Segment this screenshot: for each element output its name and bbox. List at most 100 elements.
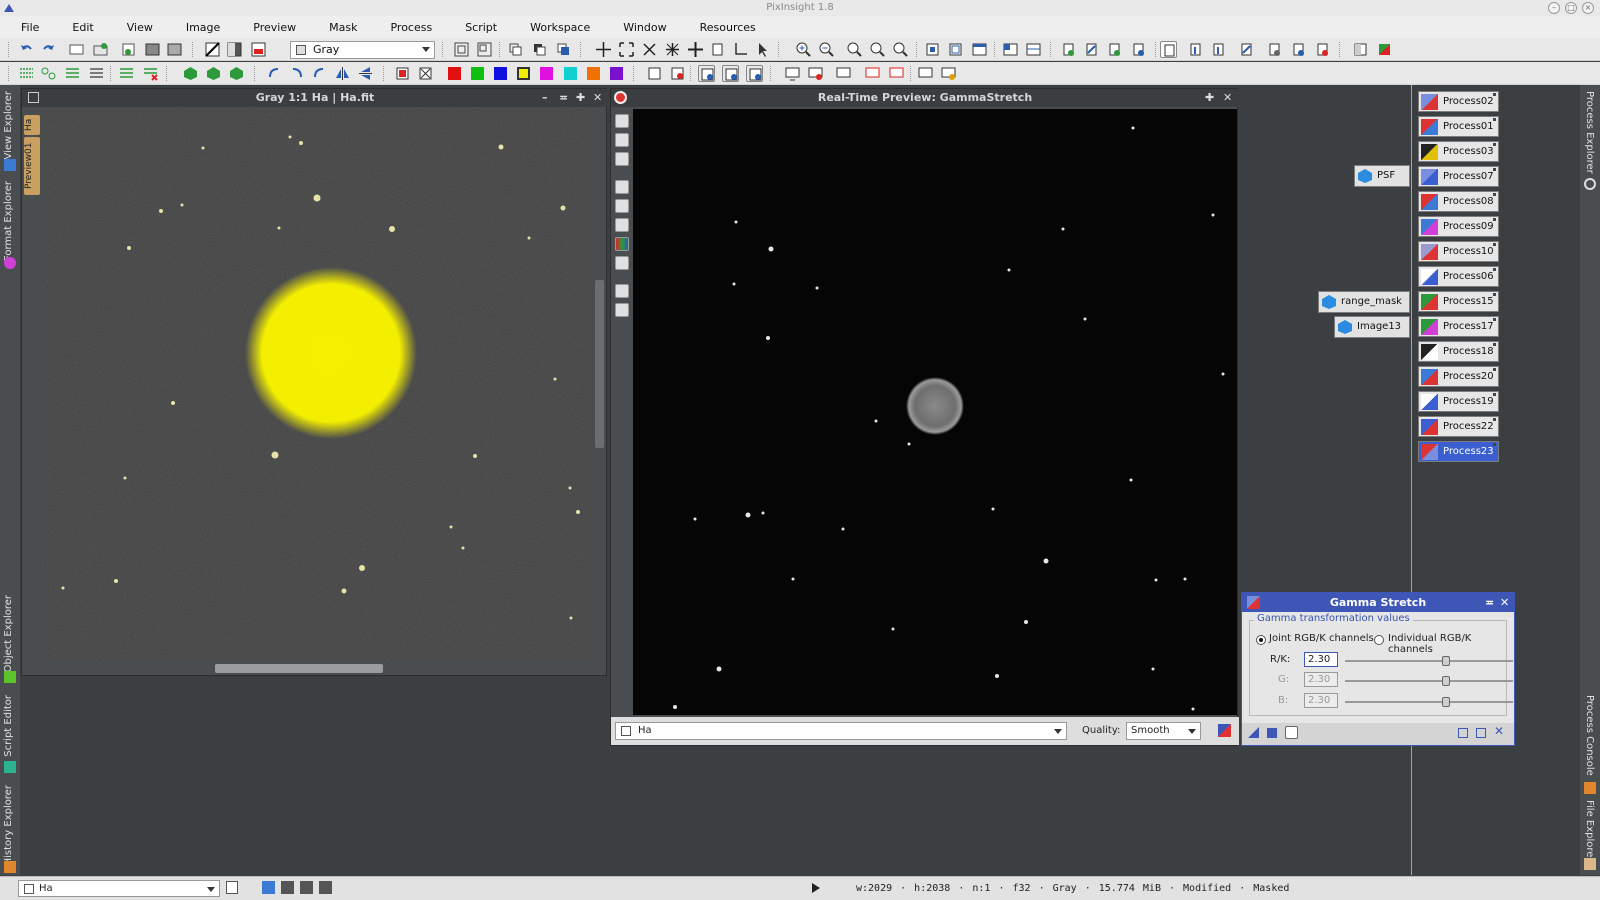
mask-show-icon[interactable] xyxy=(250,41,267,58)
horizontal-scroll-thumb[interactable] xyxy=(215,664,383,673)
mirror-horizontal-icon[interactable] xyxy=(334,65,351,82)
menu-workspace[interactable]: Workspace xyxy=(509,21,602,34)
vertical-scroll-thumb[interactable] xyxy=(595,280,604,448)
monitor-red-a-icon[interactable] xyxy=(864,65,881,82)
image-gray-icon[interactable] xyxy=(166,41,183,58)
cube-green-b-icon[interactable] xyxy=(205,65,222,82)
process-icon-process20[interactable]: Process20 xyxy=(1418,366,1499,387)
mirror-vertical-icon[interactable] xyxy=(357,65,374,82)
zoom-in-icon[interactable] xyxy=(795,41,812,58)
mask-tool-e-icon[interactable] xyxy=(118,65,135,82)
process-icon-process17[interactable]: Process17 xyxy=(1418,316,1499,337)
channel-l-icon[interactable] xyxy=(615,256,629,270)
new-image-icon[interactable] xyxy=(68,41,85,58)
dynamic-crop-icon[interactable] xyxy=(732,41,749,58)
new-instance-icon[interactable] xyxy=(1248,727,1259,738)
individual-rgbk-radio[interactable] xyxy=(1374,635,1384,645)
process-icon-process23[interactable]: Process23 xyxy=(1418,441,1499,462)
display-mode-b-icon[interactable] xyxy=(300,881,313,894)
process-icon-process02[interactable]: Process02 xyxy=(1418,91,1499,112)
colorspace-select[interactable]: Gray xyxy=(290,41,435,59)
process-icon-f[interactable] xyxy=(1187,41,1204,58)
monitor-b-icon[interactable] xyxy=(835,65,852,82)
close-dialog-icon[interactable]: ✕ xyxy=(1500,593,1509,612)
gray-square-icon[interactable] xyxy=(1352,41,1369,58)
preview-title-bar[interactable]: Real-Time Preview: GammaStretch ✚ ✕ xyxy=(611,89,1239,107)
display-mode-blue-icon[interactable] xyxy=(262,881,275,894)
snapshot-icon[interactable] xyxy=(615,303,629,317)
pan-icon[interactable] xyxy=(687,41,704,58)
channel-red-icon[interactable] xyxy=(448,67,461,80)
rk-slider-knob[interactable] xyxy=(1442,656,1450,666)
process-icon-process06[interactable]: Process06 xyxy=(1418,266,1499,287)
process-icon-j[interactable] xyxy=(1290,41,1307,58)
rotate-a-icon[interactable] xyxy=(266,65,283,82)
rotate-b-icon[interactable] xyxy=(288,65,305,82)
fit-frame-icon[interactable] xyxy=(924,41,941,58)
mask-tool-d-icon[interactable] xyxy=(88,65,105,82)
image-vertical-scrollbar[interactable] xyxy=(593,108,606,661)
close-icon[interactable]: × xyxy=(1582,2,1594,14)
layers-icon[interactable] xyxy=(507,41,524,58)
b-slider-knob[interactable] xyxy=(1442,697,1450,707)
cube-green-a-icon[interactable] xyxy=(182,65,199,82)
realtime-preview-icon[interactable] xyxy=(1285,726,1298,739)
menu-file[interactable]: File xyxy=(0,21,51,34)
zoom-1-1-icon[interactable] xyxy=(846,41,863,58)
process-icon-d[interactable] xyxy=(1130,41,1147,58)
mask-tool-c-icon[interactable] xyxy=(64,65,81,82)
b-slider[interactable] xyxy=(1345,697,1513,707)
layers-front-icon[interactable] xyxy=(531,41,548,58)
menu-edit[interactable]: Edit xyxy=(51,21,105,34)
b-value-field[interactable]: 2.30 xyxy=(1304,693,1338,708)
image-window-title-bar[interactable]: Gray 1:1 Ha | Ha.fit – ≖ ✚ ✕ xyxy=(22,89,608,107)
reset-icon[interactable]: ✕ xyxy=(1494,724,1504,738)
status-view-select[interactable]: Ha xyxy=(18,880,220,897)
monitor-c-icon[interactable] xyxy=(917,65,934,82)
minimize-window-icon[interactable]: – xyxy=(542,89,548,107)
menu-resources[interactable]: Resources xyxy=(679,21,768,34)
tab-format-explorer[interactable]: Format Explorer xyxy=(0,181,20,271)
auto-stf-icon[interactable] xyxy=(226,41,243,58)
menu-process[interactable]: Process xyxy=(369,21,444,34)
tab-preview01[interactable]: Preview01 xyxy=(24,137,40,195)
cube-green-c-icon[interactable] xyxy=(228,65,245,82)
camera-icon[interactable] xyxy=(615,284,629,298)
process-icon-process22[interactable]: Process22 xyxy=(1418,416,1499,437)
browse-doc-icon[interactable] xyxy=(1458,728,1468,738)
shade-dialog-icon[interactable]: ≖ xyxy=(1485,593,1494,612)
process-icon-process08[interactable]: Process08 xyxy=(1418,191,1499,212)
open-image-icon[interactable] xyxy=(92,41,109,58)
monitor-gear-icon[interactable] xyxy=(940,65,957,82)
channel-blue-icon[interactable] xyxy=(494,67,507,80)
channel-cyan-icon[interactable] xyxy=(564,67,577,80)
image-window[interactable]: Gray 1:1 Ha | Ha.fit – ≖ ✚ ✕ Ha Preview0… xyxy=(21,88,608,676)
mask-tool-a-icon[interactable] xyxy=(18,65,35,82)
rotate-c-icon[interactable] xyxy=(311,65,328,82)
stf-icon[interactable] xyxy=(204,41,221,58)
image-icon[interactable] xyxy=(144,41,161,58)
menu-view[interactable]: View xyxy=(106,21,165,34)
g-slider-knob[interactable] xyxy=(1442,676,1450,686)
shade-window-icon[interactable]: ≖ xyxy=(559,89,568,107)
preview-zoom-icon[interactable] xyxy=(615,114,629,128)
menu-preview[interactable]: Preview xyxy=(232,21,308,34)
track-view-icon[interactable] xyxy=(1476,728,1486,738)
icon-psf[interactable]: PSF xyxy=(1354,165,1410,187)
view-mode-c-icon[interactable] xyxy=(746,65,763,82)
zoom-fit-window-icon[interactable] xyxy=(869,41,886,58)
process-icon-e[interactable] xyxy=(1160,41,1177,58)
gamma-dialog-title-bar[interactable]: Gamma Stretch ≖ ✕ xyxy=(1242,593,1514,612)
maximize-window-icon[interactable]: ✚ xyxy=(576,89,585,107)
preview-canvas[interactable] xyxy=(633,109,1237,715)
preview-view-select[interactable]: Ha xyxy=(615,722,1067,740)
edit-preview-icon[interactable] xyxy=(709,41,726,58)
channel-clear-icon[interactable] xyxy=(417,65,434,82)
monitor-red-b-icon[interactable] xyxy=(888,65,905,82)
rk-slider[interactable] xyxy=(1345,656,1513,666)
process-icon-process03[interactable]: Process03 xyxy=(1418,141,1499,162)
channel-rgb-icon[interactable] xyxy=(394,65,411,82)
menu-window[interactable]: Window xyxy=(602,21,678,34)
duplicate-icon[interactable] xyxy=(120,41,137,58)
process-icon-process07[interactable]: Process07 xyxy=(1418,166,1499,187)
